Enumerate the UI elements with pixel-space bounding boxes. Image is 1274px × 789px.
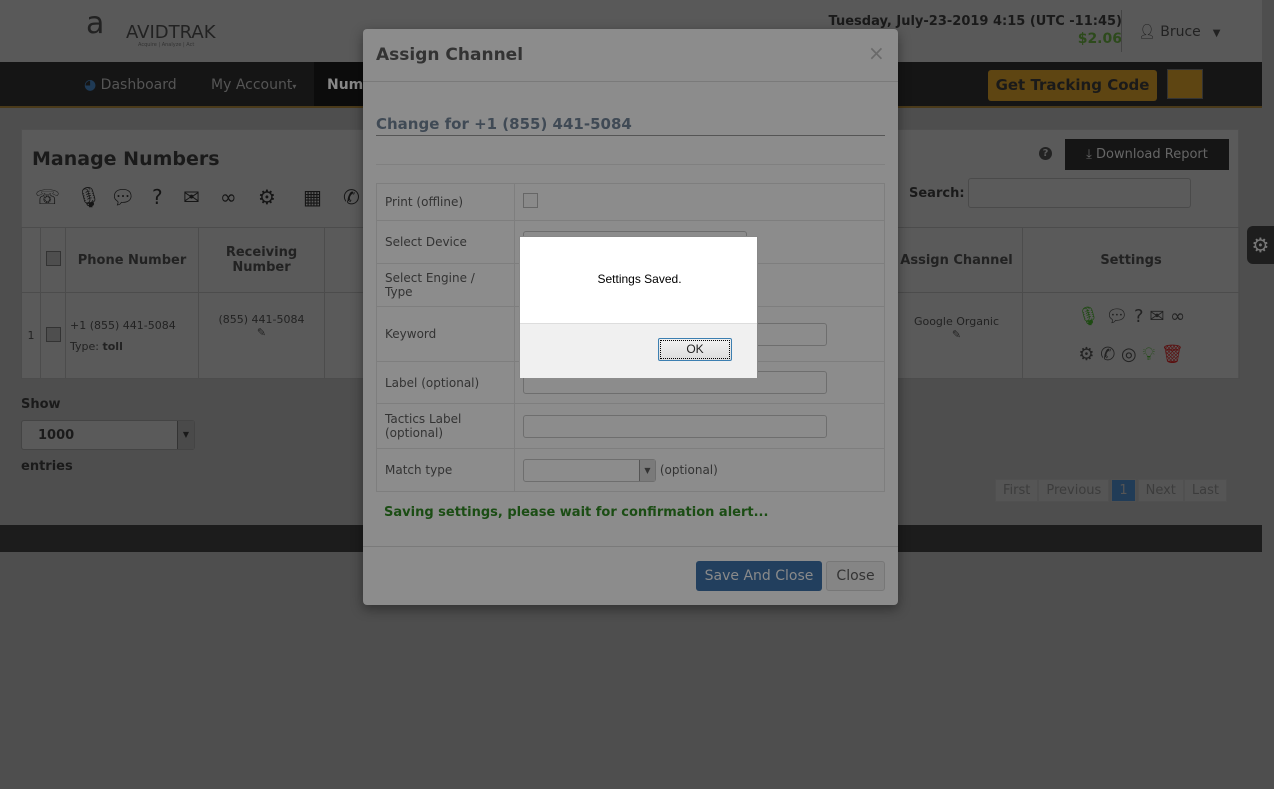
datetime: Tuesday, July-23-2019 4:15 (UTC -11:45) <box>828 14 1122 29</box>
nav-label: Dashboard <box>100 77 177 93</box>
divider <box>363 546 898 547</box>
show-label: Show <box>21 397 61 412</box>
phone-number: +1 (855) 441-5084 <box>70 318 176 332</box>
logo-text: AVIDTRAK <box>126 22 216 43</box>
tracking-code-icon[interactable] <box>1167 69 1203 99</box>
microphone-icon[interactable]: 🎙︎ <box>1077 306 1100 327</box>
nav-my-account[interactable]: My Account▾ <box>211 77 296 93</box>
edit-channel-icon[interactable]: ✎ <box>891 328 1022 341</box>
row-index: 1 <box>21 292 41 379</box>
gears-icon[interactable]: ⚙ <box>258 185 276 209</box>
help-icon[interactable]: ? <box>1039 147 1052 160</box>
voicemail-icon[interactable]: ∞ <box>220 185 237 209</box>
entries-select[interactable]: 1000 ▼ <box>21 420 195 450</box>
header-divider <box>1121 10 1122 52</box>
dashboard-icon: ◕ <box>84 77 101 93</box>
ear-icon[interactable]: ? <box>152 185 163 209</box>
call-edit-icon[interactable]: ☏ <box>35 185 60 209</box>
settings-gear-icon[interactable]: ⚙ <box>1247 226 1274 264</box>
column-assign-channel[interactable]: Assign Channel <box>890 227 1023 293</box>
nav-dashboard[interactable]: ◕ Dashboard <box>84 77 177 93</box>
edit-icon[interactable]: ✎ <box>199 326 324 339</box>
voicemail-icon[interactable]: ∞ <box>1170 306 1185 327</box>
close-icon[interactable]: × <box>868 41 885 65</box>
email-icon[interactable]: ✉ <box>1149 306 1164 327</box>
field-label: Label (optional) <box>376 361 515 404</box>
user-menu[interactable]: 👤︎ Bruce ▼ <box>1138 24 1220 40</box>
caller-id-icon[interactable]: ✆ <box>343 185 360 209</box>
caret-icon: ▾ <box>292 82 297 91</box>
ear-icon[interactable]: ? <box>1134 306 1144 327</box>
chat-icon[interactable]: 💬︎ <box>1105 306 1128 327</box>
tactics-label-input[interactable] <box>523 414 827 438</box>
modal-title: Assign Channel <box>376 45 524 65</box>
caret-down-icon: ▼ <box>1212 28 1221 39</box>
column-receiving-number[interactable]: Receiving Number <box>198 227 325 293</box>
chat-icon[interactable]: 💬︎ <box>110 185 135 209</box>
headset-icon[interactable]: ◎ <box>1121 344 1137 365</box>
page-first[interactable]: First <box>995 479 1039 502</box>
field-label: Print (offline) <box>376 183 515 221</box>
receiving-number: (855) 441-5084 <box>218 313 305 326</box>
field-label: Select Engine / Type <box>376 263 515 307</box>
download-label: Download Report <box>1096 147 1208 162</box>
microphone-icon[interactable]: 🎙︎ <box>76 185 101 209</box>
select-all-checkbox[interactable] <box>45 251 61 266</box>
field-label: Tactics Label (optional) <box>376 403 515 449</box>
ok-button[interactable]: OK <box>658 338 732 361</box>
nav-label: My Account <box>211 77 293 93</box>
entries-value: 1000 <box>38 428 75 443</box>
page-title: Manage Numbers <box>32 148 220 170</box>
alert-message: Settings Saved. <box>597 272 682 286</box>
alert-footer: OK <box>520 323 757 378</box>
trash-icon[interactable]: 🗑︎ <box>1161 344 1184 365</box>
type-label: Type: <box>70 339 99 353</box>
row-checkbox[interactable] <box>45 326 61 342</box>
page-next[interactable]: Next <box>1137 479 1184 502</box>
download-report-button[interactable]: ⤓ Download Report <box>1065 139 1229 170</box>
search-label: Search: <box>909 186 965 201</box>
dropdown-arrow-icon: ▼ <box>177 421 194 449</box>
user-name: Bruce <box>1160 24 1201 40</box>
page-previous[interactable]: Previous <box>1038 479 1110 502</box>
balance: $2.06 <box>1077 31 1122 47</box>
divider <box>363 81 898 82</box>
save-and-close-button[interactable]: Save And Close <box>696 561 822 591</box>
divider <box>376 164 885 165</box>
dropdown-arrow-icon: ▼ <box>639 459 655 481</box>
grid-icon[interactable]: ▦ <box>303 185 322 209</box>
user-icon: 👤︎ <box>1138 24 1161 40</box>
table-row: 1 +1 (855) 441-5084 Type: toll (855) 441-… <box>21 292 366 379</box>
lightbulb-icon[interactable]: 💡︎ <box>1142 344 1155 365</box>
type-value: toll <box>102 339 123 353</box>
field-label: Select Device <box>376 220 515 264</box>
column-settings[interactable]: Settings <box>1022 227 1240 293</box>
alert-dialog: Settings Saved. OK <box>519 236 758 378</box>
nav-numbers[interactable]: Numbers <box>314 62 364 106</box>
get-tracking-code-button[interactable]: Get Tracking Code <box>988 70 1157 101</box>
download-icon: ⤓ <box>1086 147 1097 162</box>
modal-subtitle: Change for +1 (855) 441-5084 <box>376 115 885 136</box>
match-type-hint: (optional) <box>659 462 718 477</box>
logo-tagline: Acquire | Analyze | Act <box>138 42 195 48</box>
gears-icon[interactable]: ⚙ <box>1078 344 1094 365</box>
print-checkbox[interactable] <box>523 193 538 208</box>
column-phone-number[interactable]: Phone Number <box>65 227 199 293</box>
page-last[interactable]: Last <box>1183 479 1227 502</box>
saving-status: Saving settings, please wait for confirm… <box>384 505 769 520</box>
field-label: Match type <box>376 448 515 492</box>
assign-channel-value: Google Organic <box>913 315 1000 328</box>
caller-id-icon[interactable]: ✆ <box>1100 344 1115 365</box>
entries-label: entries <box>21 459 73 474</box>
avidtrak-logo[interactable]: a AVIDTRAK Acquire | Analyze | Act <box>86 6 236 52</box>
logo-mark-icon: a <box>86 6 105 41</box>
email-icon[interactable]: ✉ <box>183 185 200 209</box>
match-type-select[interactable]: ▼ <box>523 458 656 482</box>
pagination: First Previous 1 Next Last <box>995 479 1227 502</box>
close-button[interactable]: Close <box>826 561 885 591</box>
page-1[interactable]: 1 <box>1111 479 1136 502</box>
field-label: Keyword <box>376 306 515 362</box>
search-input[interactable] <box>968 178 1191 208</box>
